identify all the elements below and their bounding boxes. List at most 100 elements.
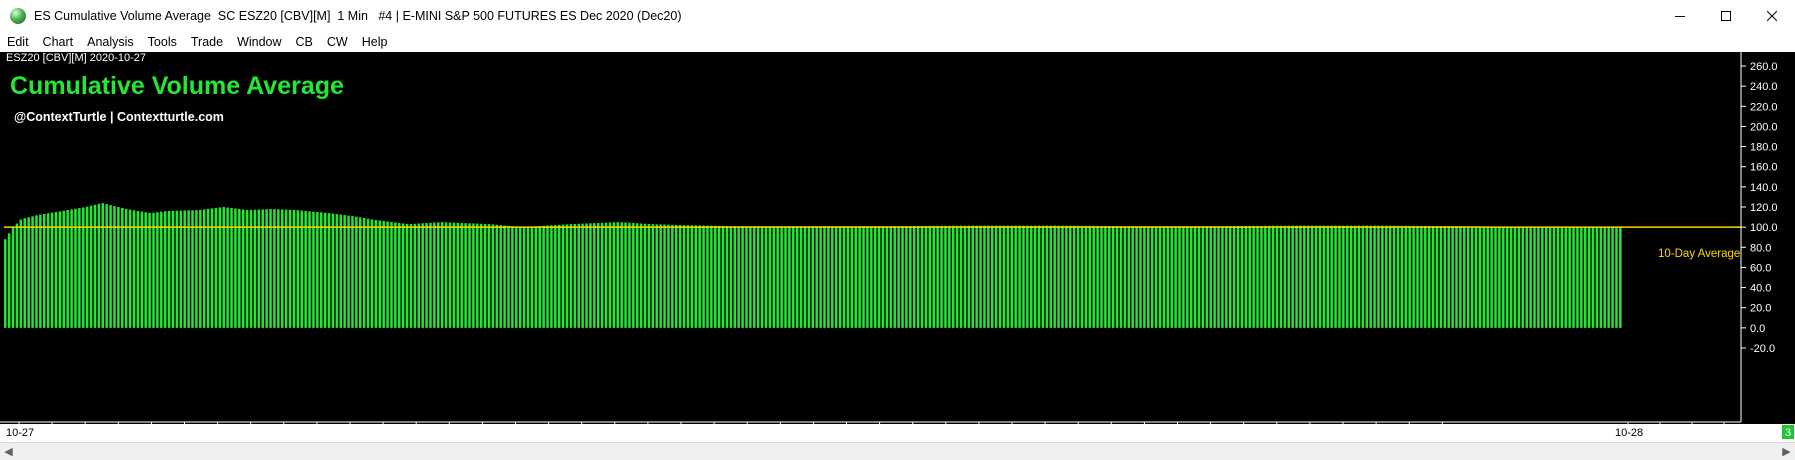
volume-bar xyxy=(795,226,799,328)
volume-bar xyxy=(507,225,510,328)
volume-bar xyxy=(19,219,23,328)
x-tick-label: 14:01 xyxy=(1001,427,1029,439)
x-tick-label: 12:04 xyxy=(571,427,599,439)
volume-bar xyxy=(1583,227,1587,328)
study-title: Cumulative Volume Average xyxy=(10,72,344,100)
horizontal-scrollbar[interactable]: ◀ ▶ xyxy=(0,442,1795,460)
volume-bar xyxy=(1463,226,1466,328)
volume-bar xyxy=(183,210,186,328)
volume-bar xyxy=(503,225,506,328)
volume-bar xyxy=(1236,226,1240,328)
volume-bar xyxy=(550,225,553,328)
volume-bar xyxy=(1256,225,1259,328)
volume-bar xyxy=(1615,227,1618,328)
volume-bar xyxy=(710,225,713,328)
volume-bar xyxy=(831,226,834,328)
volume-bar xyxy=(1033,225,1037,328)
volume-bar xyxy=(1470,226,1474,328)
volume-bar xyxy=(1018,225,1021,328)
menu-window[interactable]: Window xyxy=(230,35,288,49)
volume-bar xyxy=(850,226,854,328)
menu-cb[interactable]: CB xyxy=(289,35,320,49)
volume-bar xyxy=(1115,226,1119,328)
chart-svg[interactable]: 260.0 240.0 220.0 200.0 180.0 160.0 140.0 120.0… xyxy=(0,52,1795,442)
close-button[interactable] xyxy=(1749,0,1795,32)
volume-bar xyxy=(515,226,518,328)
volume-bar xyxy=(1541,226,1544,328)
volume-bar xyxy=(1209,226,1212,328)
volume-bar xyxy=(632,223,635,328)
volume-bar xyxy=(737,226,740,328)
x-tick-label: 15:40 xyxy=(1365,427,1393,439)
menu-edit[interactable]: Edit xyxy=(0,35,36,49)
x-tick-label: 15:04 xyxy=(1233,427,1261,439)
x-tick-label: 10:25 xyxy=(207,427,235,439)
x-tick-label: 10:52 xyxy=(306,427,334,439)
volume-bar xyxy=(78,208,81,328)
volume-bar xyxy=(819,226,822,328)
y-tick-label: 40.0 xyxy=(1750,283,1771,295)
menu-cw[interactable]: CW xyxy=(320,35,355,49)
chart-symbol-header: ESZ20 [CBV][M] 2020-10-27 xyxy=(6,52,147,64)
menu-analysis[interactable]: Analysis xyxy=(80,35,141,49)
volume-bar xyxy=(1326,225,1330,328)
volume-bar xyxy=(991,225,994,328)
chart-area[interactable]: 260.0 240.0 220.0 200.0 180.0 160.0 140.0 120.0… xyxy=(0,52,1795,439)
volume-bar xyxy=(1193,226,1197,328)
volume-bar xyxy=(226,207,229,328)
volume-bar xyxy=(362,218,366,328)
volume-bar xyxy=(522,227,526,328)
y-tick-label: 20.0 xyxy=(1750,303,1771,315)
volume-bar xyxy=(1307,225,1310,328)
volume-bar xyxy=(1408,225,1411,328)
volume-bar xyxy=(1147,226,1150,328)
minimize-icon xyxy=(1675,16,1685,17)
volume-bar xyxy=(4,239,7,328)
volume-bar xyxy=(401,223,405,328)
minimize-button[interactable] xyxy=(1657,0,1703,32)
volume-bar xyxy=(1228,226,1232,328)
maximize-button[interactable] xyxy=(1703,0,1749,32)
scroll-right-icon[interactable]: ▶ xyxy=(1778,443,1795,460)
menu-trade[interactable]: Trade xyxy=(184,35,230,49)
volume-bar xyxy=(386,221,389,328)
volume-bar xyxy=(803,226,807,328)
volume-bar xyxy=(1010,225,1014,328)
volume-bar xyxy=(753,226,756,328)
volume-bar xyxy=(382,220,385,328)
volume-bar xyxy=(608,222,612,328)
volume-bar xyxy=(1388,225,1392,328)
volume-bar xyxy=(214,207,218,328)
volume-bar xyxy=(1267,225,1271,328)
volume-bar xyxy=(1385,225,1388,328)
menu-tools[interactable]: Tools xyxy=(141,35,184,49)
title-bar: ES Cumulative Volume Average SC ESZ20 [C… xyxy=(0,0,1795,32)
menu-help[interactable]: Help xyxy=(355,35,395,49)
volume-bar xyxy=(1131,226,1134,328)
volume-bar xyxy=(316,212,319,328)
volume-bar xyxy=(1162,226,1166,328)
x-tick-label: 12:40 xyxy=(703,427,731,439)
volume-bar xyxy=(343,215,346,328)
volume-bar xyxy=(140,211,144,328)
volume-bar xyxy=(417,223,421,328)
volume-bar xyxy=(1026,225,1029,328)
volume-bar xyxy=(132,210,136,328)
volume-bar xyxy=(963,225,967,328)
volume-bar xyxy=(729,226,733,328)
volume-bar xyxy=(1030,225,1033,328)
close-icon xyxy=(1767,11,1777,21)
volume-bar xyxy=(1455,226,1458,328)
volume-bar xyxy=(1595,227,1599,328)
volume-bar xyxy=(951,225,955,328)
volume-bar xyxy=(1092,225,1095,328)
volume-bar xyxy=(1353,225,1357,328)
volume-bar xyxy=(1123,226,1127,328)
volume-bar xyxy=(1533,226,1536,328)
volume-bar xyxy=(1377,225,1380,328)
menu-bar: Edit Chart Analysis Tools Trade Window C… xyxy=(0,32,1795,52)
menu-chart[interactable]: Chart xyxy=(36,35,81,49)
volume-bar xyxy=(636,223,639,328)
scroll-left-icon[interactable]: ◀ xyxy=(0,443,17,460)
volume-bar xyxy=(1096,225,1099,328)
